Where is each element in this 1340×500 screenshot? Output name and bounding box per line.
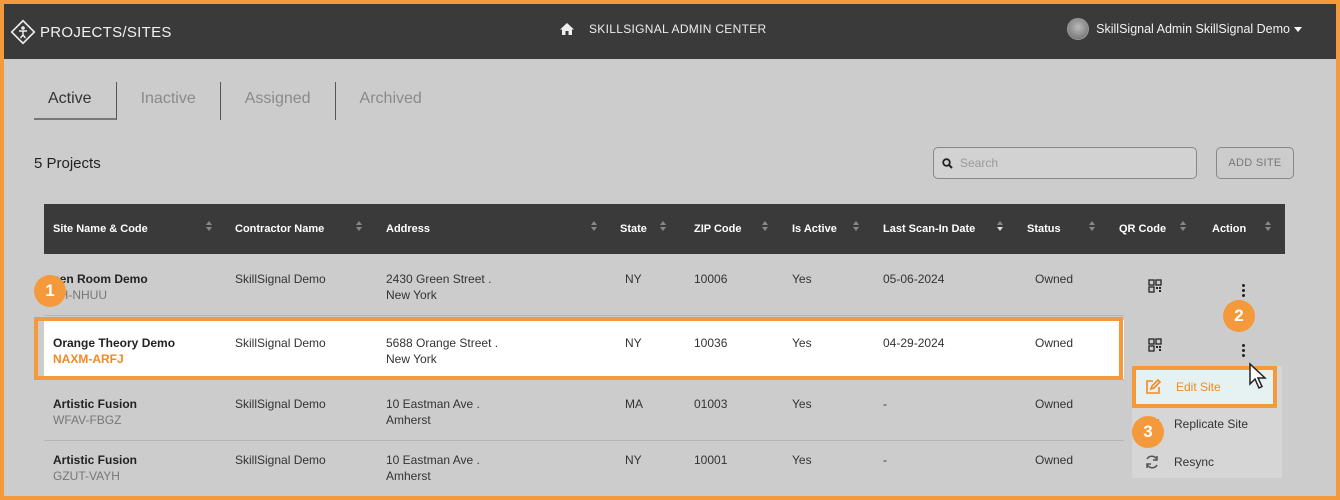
admin-center-link[interactable]: SKILLSIGNAL ADMIN CENTER (559, 22, 766, 36)
contractor-name: SkillSignal Demo (235, 453, 326, 467)
is-active: Yes (792, 453, 812, 467)
address-city: Amherst (386, 413, 431, 427)
column-header-last-scan[interactable]: Last Scan-In Date (883, 223, 975, 235)
search-icon (942, 157, 953, 169)
search-placeholder: Search (960, 156, 999, 170)
state: NY (625, 272, 642, 286)
last-scan-date: - (883, 397, 887, 411)
more-actions-icon[interactable] (1242, 344, 1245, 357)
row-highlight-annotation (34, 317, 1123, 380)
table-row[interactable]: Artistic Fusion WFAV-FBGZ SkillSignal De… (44, 381, 1124, 441)
column-header-action: Action (1212, 223, 1247, 235)
step-badge-2: 2 (1223, 300, 1255, 332)
replicate-site-label: Replicate Site (1174, 417, 1249, 431)
tab-assigned[interactable]: Assigned (221, 82, 336, 120)
column-header-zip[interactable]: ZIP Code (694, 223, 741, 235)
address-line: 10 Eastman Ave . (386, 453, 480, 467)
step-badge-1: 1 (34, 275, 66, 307)
site-name: Artistic Fusion (53, 397, 138, 411)
site-code: WFAV-FBGZ (53, 413, 122, 427)
user-name: SkillSignal Admin SkillSignal Demo (1096, 22, 1290, 36)
status-tabs: Active Inactive Assigned Archived (34, 82, 446, 120)
last-scan-date: - (883, 453, 887, 467)
home-icon (560, 23, 574, 35)
site-code: 7H-NHUU (53, 288, 107, 302)
step-badge-3: 3 (1132, 416, 1164, 448)
sort-icon[interactable] (206, 221, 212, 233)
edit-icon (1146, 378, 1162, 394)
column-header-site-name[interactable]: Site Name & Code (53, 223, 148, 235)
zip-code: 10001 (694, 453, 728, 467)
tab-active[interactable]: Active (34, 82, 117, 120)
status: Owned (1035, 397, 1074, 411)
column-header-status[interactable]: Status (1027, 223, 1061, 235)
resync-label: Resync (1174, 455, 1215, 469)
sort-icon[interactable] (1180, 221, 1186, 233)
column-header-is-active[interactable]: Is Active (792, 223, 837, 235)
is-active: Yes (792, 397, 812, 411)
top-bar: PROJECTS/SITES SKILLSIGNAL ADMIN CENTER … (4, 4, 1336, 59)
state: NY (625, 453, 642, 467)
site-name: Artistic Fusion (53, 453, 138, 467)
sort-icon[interactable] (997, 221, 1003, 233)
table-row[interactable]: Artistic Fusion GZUT-VAYH SkillSignal De… (44, 437, 1124, 496)
user-menu[interactable]: SkillSignal Admin SkillSignal Demo (1067, 18, 1302, 40)
is-active: Yes (792, 272, 812, 286)
qr-code-icon[interactable] (1148, 338, 1162, 352)
site-code: GZUT-VAYH (53, 469, 120, 483)
tab-archived[interactable]: Archived (336, 82, 446, 120)
sort-icon[interactable] (1265, 221, 1271, 233)
status: Owned (1035, 453, 1074, 467)
contractor-name: SkillSignal Demo (235, 272, 326, 286)
resync-menu-item[interactable]: Resync (1132, 444, 1282, 480)
sort-icon[interactable] (1089, 221, 1095, 233)
sort-icon[interactable] (762, 221, 768, 233)
contractor-name: SkillSignal Demo (235, 397, 326, 411)
zip-code: 01003 (694, 397, 728, 411)
refresh-icon (1146, 455, 1158, 469)
sort-icon[interactable] (591, 221, 597, 233)
table-row[interactable]: een Room Demo 7H-NHUU SkillSignal Demo 2… (44, 256, 1124, 316)
brand[interactable]: PROJECTS/SITES (10, 19, 172, 45)
sort-icon[interactable] (853, 221, 859, 233)
state: MA (625, 397, 643, 411)
tab-inactive[interactable]: Inactive (117, 82, 221, 120)
brand-label: PROJECTS/SITES (40, 23, 172, 41)
project-count: 5 Projects (34, 155, 101, 172)
mouse-cursor-icon (1249, 362, 1267, 390)
address-city: New York (386, 288, 437, 302)
sort-icon[interactable] (356, 221, 362, 233)
edit-site-label: Edit Site (1176, 380, 1221, 394)
last-scan-date: 05-06-2024 (883, 272, 945, 286)
address-line: 10 Eastman Ave . (386, 397, 480, 411)
app-frame: PROJECTS/SITES SKILLSIGNAL ADMIN CENTER … (0, 0, 1340, 500)
avatar (1067, 18, 1090, 40)
site-name: een Room Demo (53, 272, 148, 286)
add-site-button[interactable]: ADD SITE (1216, 147, 1294, 179)
qr-code-icon[interactable] (1148, 279, 1162, 293)
search-box[interactable]: Search (933, 147, 1197, 179)
center-title: SKILLSIGNAL ADMIN CENTER (589, 22, 767, 36)
logo-icon (10, 19, 36, 45)
table-header: Site Name & Code Contractor Name Address… (44, 204, 1285, 254)
column-header-contractor[interactable]: Contractor Name (235, 223, 324, 235)
caret-down-icon (1294, 26, 1302, 32)
more-actions-icon[interactable] (1242, 284, 1245, 297)
sort-icon[interactable] (660, 221, 666, 233)
column-header-state[interactable]: State (620, 223, 647, 235)
column-header-qr-code[interactable]: QR Code (1119, 223, 1166, 235)
column-header-address[interactable]: Address (386, 223, 430, 235)
zip-code: 10006 (694, 272, 728, 286)
status: Owned (1035, 272, 1074, 286)
address-line: 2430 Green Street . (386, 272, 492, 286)
address-city: Amherst (386, 469, 431, 483)
